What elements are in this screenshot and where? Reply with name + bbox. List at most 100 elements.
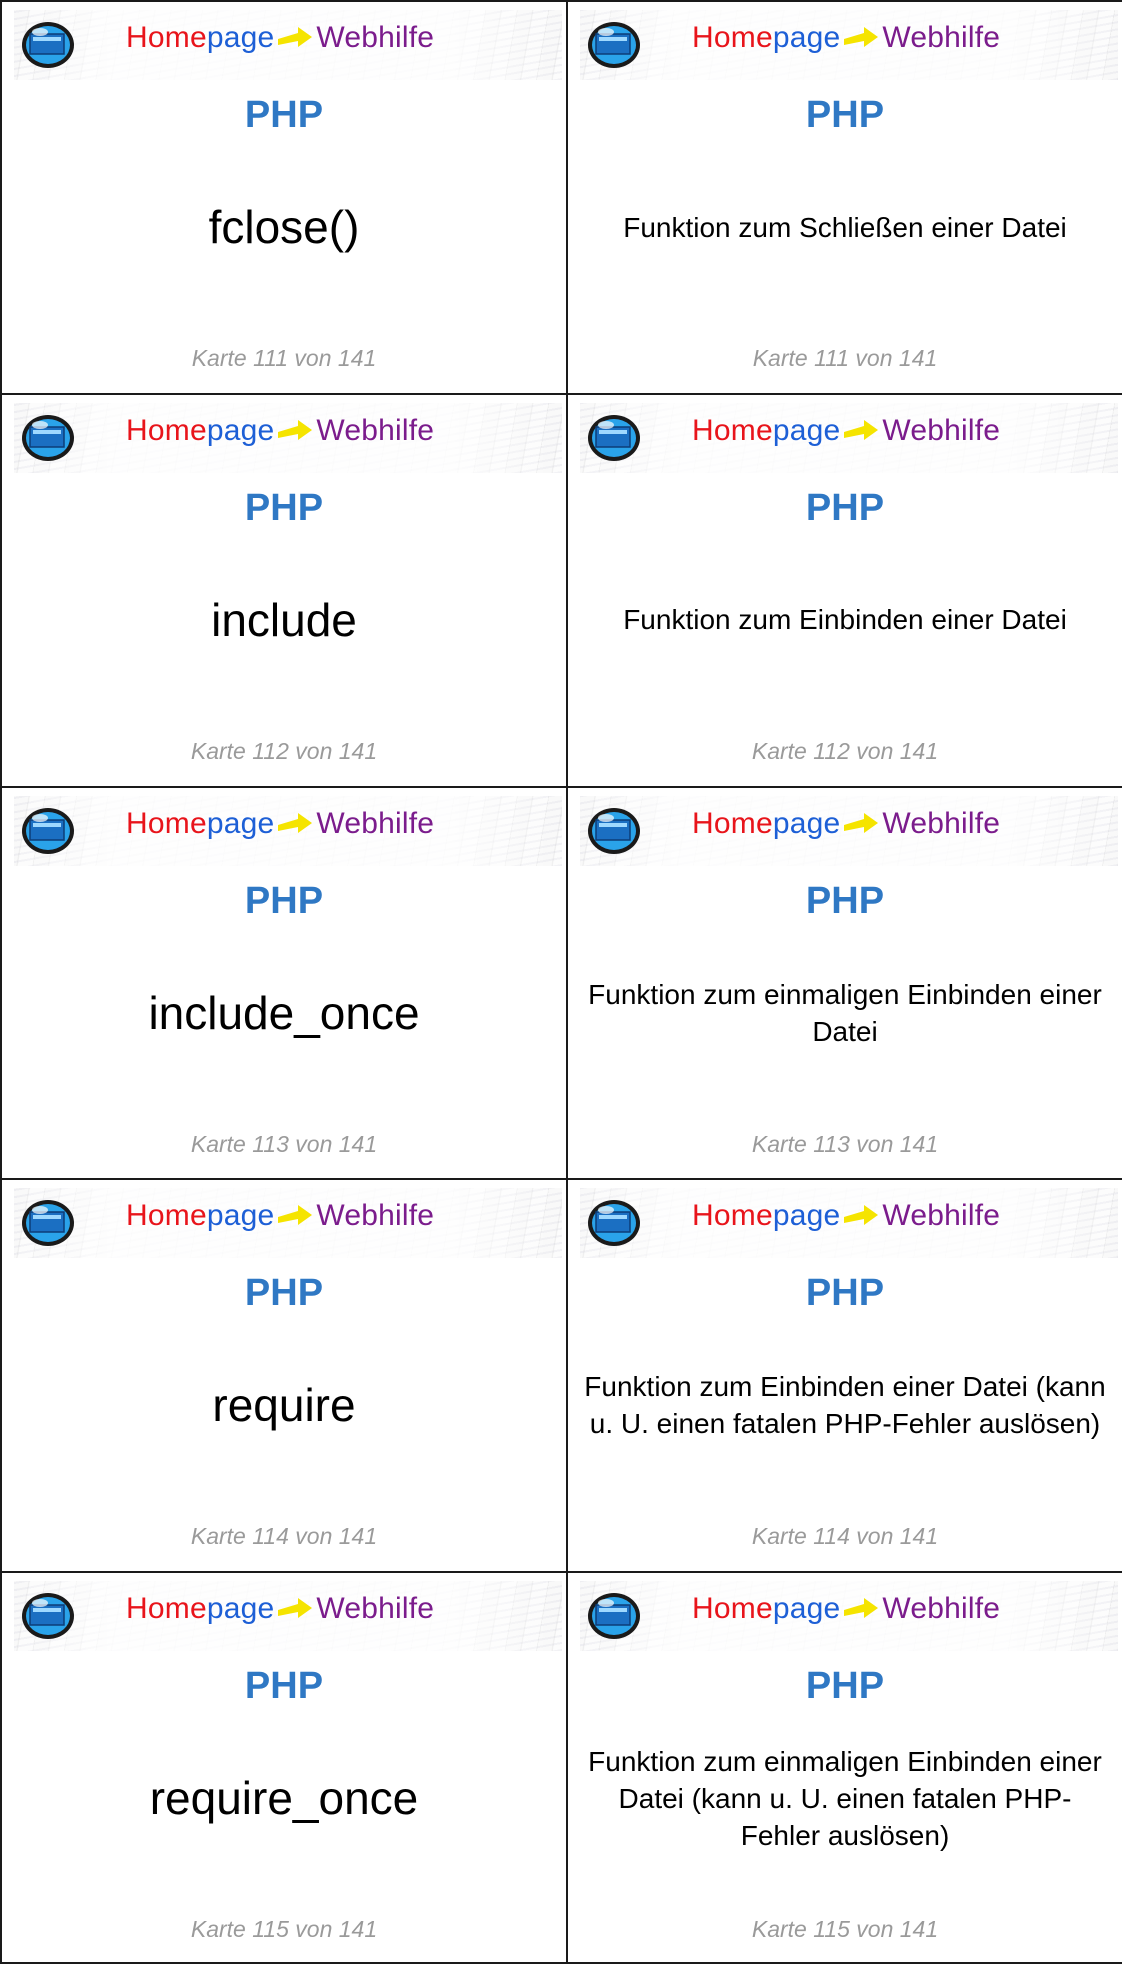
- monitor-globe-icon: [588, 1593, 640, 1640]
- logo-home-text: Home: [692, 806, 773, 840]
- monitor-globe-icon: [22, 414, 74, 461]
- card-definition-area: Funktion zum Einbinden einer Datei: [584, 545, 1106, 695]
- card-subject: PHP: [805, 879, 885, 922]
- logo-home-text: Home: [692, 1592, 773, 1626]
- logo-home-text: Home: [692, 1199, 773, 1233]
- flashcard-back: Homepage Webhilfe PHP Funktion zum einmal…: [566, 785, 1122, 1179]
- logo-page-text: page: [772, 806, 841, 840]
- arrow-icon: [844, 812, 879, 833]
- homepage-webhilfe-logo: Homepage Webhilfe: [126, 1199, 434, 1233]
- logo-home-text: Home: [126, 413, 207, 447]
- monitor-globe-icon: [588, 22, 640, 68]
- monitor-globe-icon: [22, 1593, 74, 1640]
- card-counter: Karte 112 von 141: [751, 737, 939, 764]
- card-definition-area: Funktion zum einmaligen Einbinden einer …: [584, 938, 1106, 1088]
- card-definition: Funktion zum einmaligen Einbinden einer …: [588, 1745, 1102, 1851]
- logo-home-text: Home: [126, 21, 207, 54]
- logo-page-text: page: [206, 21, 275, 54]
- arrow-icon: [278, 812, 313, 833]
- homepage-webhilfe-logo: Homepage Webhilfe: [126, 1592, 434, 1626]
- arrow-icon: [844, 1598, 879, 1619]
- homepage-webhilfe-logo: Homepage Webhilfe: [692, 414, 1000, 448]
- card-counter: Karte 115 von 141: [751, 1916, 939, 1943]
- logo-home-text: Home: [692, 413, 773, 447]
- arrow-icon: [844, 419, 879, 440]
- card-term-area: include: [18, 545, 550, 695]
- monitor-globe-icon: [588, 1200, 640, 1247]
- card-term: require: [212, 1379, 356, 1432]
- flashcard-back: Homepage Webhilfe PHP Funktion zum Schlie…: [566, 0, 1122, 393]
- card-counter: Karte 113 von 141: [190, 1130, 378, 1157]
- banner: Homepage Webhilfe: [580, 1581, 1118, 1652]
- card-subject: PHP: [244, 1665, 324, 1708]
- monitor-globe-icon: [22, 807, 74, 854]
- card-definition-area: Funktion zum Einbinden einer Datei (kann…: [584, 1330, 1106, 1480]
- logo-page-text: page: [206, 806, 275, 840]
- logo-webhilfe-text: Webhilfe: [882, 413, 1001, 447]
- homepage-webhilfe-logo: Homepage Webhilfe: [126, 807, 434, 841]
- card-subject: PHP: [244, 1272, 324, 1315]
- flashcard-back: Homepage Webhilfe PHP Funktion zum einmal…: [566, 1571, 1122, 1964]
- logo-webhilfe-text: Webhilfe: [316, 1199, 435, 1233]
- logo-home-text: Home: [126, 806, 207, 840]
- logo-webhilfe-text: Webhilfe: [316, 1592, 435, 1626]
- banner: Homepage Webhilfe: [14, 1188, 562, 1259]
- card-term-area: fclose(): [18, 152, 550, 302]
- flashcard-sheet: Homepage Webhilfe PHP fclose() Karte 111 …: [0, 0, 1122, 1964]
- card-definition: Funktion zum Einbinden einer Datei (kann…: [584, 1371, 1106, 1440]
- card-subject: PHP: [805, 1272, 885, 1315]
- logo-webhilfe-text: Webhilfe: [316, 806, 435, 840]
- banner: Homepage Webhilfe: [580, 10, 1118, 80]
- card-subject: PHP: [805, 94, 885, 136]
- card-term: require_once: [149, 1772, 419, 1825]
- flashcard-front: Homepage Webhilfe PHP include Karte 112 v…: [0, 392, 566, 786]
- homepage-webhilfe-logo: Homepage Webhilfe: [126, 21, 434, 55]
- logo-page-text: page: [772, 21, 841, 54]
- banner: Homepage Webhilfe: [14, 795, 562, 866]
- banner: Homepage Webhilfe: [14, 402, 562, 473]
- card-counter: Karte 113 von 141: [751, 1130, 939, 1157]
- banner: Homepage Webhilfe: [580, 795, 1118, 866]
- homepage-webhilfe-logo: Homepage Webhilfe: [692, 21, 1000, 55]
- card-counter: Karte 111 von 141: [752, 345, 938, 371]
- card-subject: PHP: [805, 1665, 885, 1708]
- logo-page-text: page: [772, 1199, 841, 1233]
- card-term: include: [211, 593, 357, 646]
- card-definition-area: Funktion zum einmaligen Einbinden einer …: [584, 1723, 1106, 1873]
- arrow-icon: [278, 1598, 313, 1619]
- banner: Homepage Webhilfe: [14, 1581, 562, 1652]
- logo-webhilfe-text: Webhilfe: [316, 21, 435, 54]
- monitor-globe-icon: [588, 807, 640, 854]
- card-term-area: include_once: [18, 938, 550, 1088]
- logo-page-text: page: [206, 413, 275, 447]
- arrow-icon: [844, 1205, 879, 1226]
- card-subject: PHP: [244, 94, 324, 136]
- arrow-icon: [278, 419, 313, 440]
- arrow-icon: [844, 27, 879, 48]
- card-definition: Funktion zum Schließen einer Datei: [623, 211, 1067, 243]
- flashcard-back: Homepage Webhilfe PHP Funktion zum Einbin…: [566, 1178, 1122, 1572]
- card-term: fclose(): [208, 201, 360, 253]
- card-definition: Funktion zum einmaligen Einbinden einer …: [588, 978, 1102, 1047]
- flashcard-front: Homepage Webhilfe PHP require_once Karte …: [0, 1571, 566, 1964]
- card-definition-area: Funktion zum Schließen einer Datei: [584, 152, 1106, 302]
- flashcard-front: Homepage Webhilfe PHP fclose() Karte 111 …: [0, 0, 566, 393]
- card-counter: Karte 111 von 141: [191, 345, 377, 371]
- homepage-webhilfe-logo: Homepage Webhilfe: [692, 1592, 1000, 1626]
- card-definition: Funktion zum Einbinden einer Datei: [623, 604, 1067, 636]
- banner: Homepage Webhilfe: [14, 10, 562, 80]
- homepage-webhilfe-logo: Homepage Webhilfe: [692, 807, 1000, 841]
- card-subject: PHP: [244, 879, 324, 922]
- flashcard-front: Homepage Webhilfe PHP include_once Karte …: [0, 785, 566, 1179]
- logo-webhilfe-text: Webhilfe: [316, 413, 435, 447]
- card-counter: Karte 114 von 141: [751, 1523, 939, 1550]
- flashcard-back: Homepage Webhilfe PHP Funktion zum Einbin…: [566, 392, 1122, 786]
- logo-page-text: page: [206, 1592, 275, 1626]
- logo-webhilfe-text: Webhilfe: [882, 1592, 1001, 1626]
- card-counter: Karte 112 von 141: [190, 737, 378, 764]
- homepage-webhilfe-logo: Homepage Webhilfe: [126, 414, 434, 448]
- arrow-icon: [278, 27, 313, 48]
- logo-webhilfe-text: Webhilfe: [882, 21, 1001, 54]
- card-term-area: require: [18, 1330, 550, 1480]
- arrow-icon: [278, 1205, 313, 1226]
